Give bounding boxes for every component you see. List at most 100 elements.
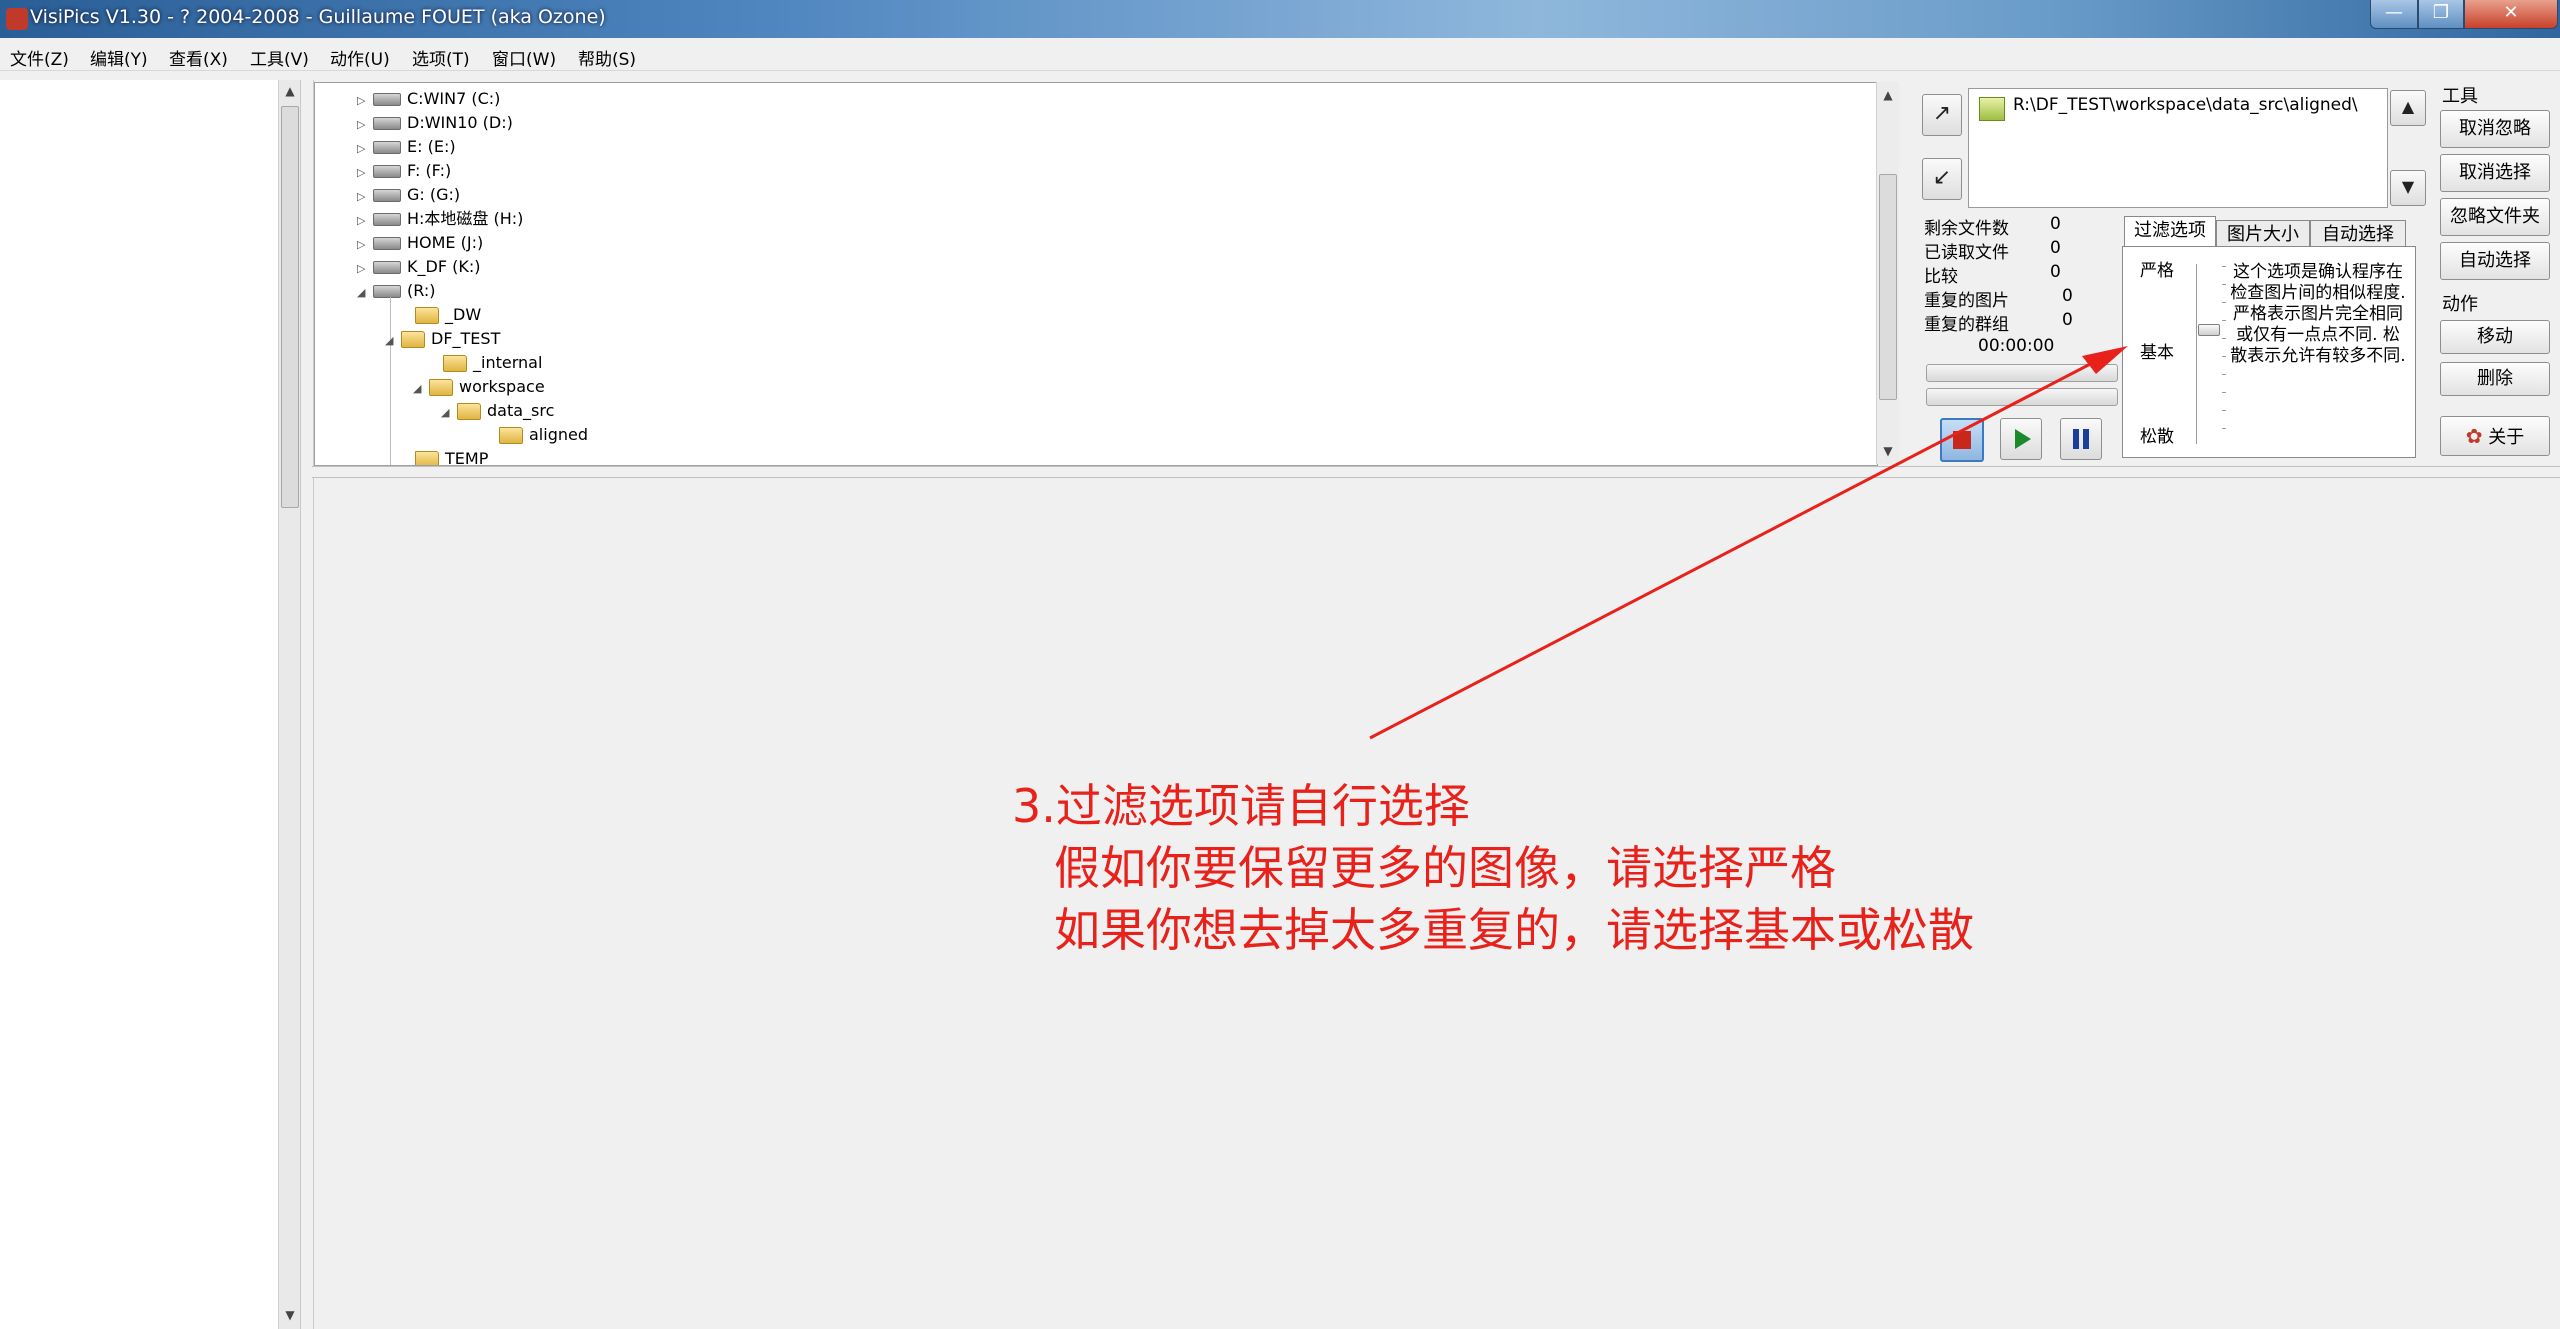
stat-duplicates-value: 0 xyxy=(2062,286,2073,306)
tree-folder-temp[interactable]: TEMP xyxy=(399,447,488,465)
folder-open-icon xyxy=(429,379,453,396)
tree-drive-d[interactable]: ▷ D:WIN10 (D:) xyxy=(357,111,513,135)
stop-button[interactable] xyxy=(1940,418,1984,462)
progress-bar xyxy=(1926,364,2118,382)
move-up-icon[interactable]: ▲ xyxy=(2390,90,2426,126)
tree-folder-dw[interactable]: _DW xyxy=(399,303,481,327)
tree-folder-aligned[interactable]: aligned xyxy=(483,423,588,447)
unselect-button[interactable]: 取消选择 xyxy=(2440,154,2550,192)
folder-tree[interactable]: ▷ C:WIN7 (C:) ▷ D:WIN10 (D:) ▷ E: (E:) ▷ F: … xyxy=(314,82,1878,466)
play-button[interactable] xyxy=(2000,418,2042,460)
title-bar: VisiPics V1.30 - ? 2004-2008 - Guillaume… xyxy=(0,0,2560,38)
tree-scroll-thumb[interactable] xyxy=(1879,174,1897,400)
stop-icon xyxy=(1953,431,1971,449)
drive-icon xyxy=(373,117,401,130)
folder-path: R:\DF_TEST\workspace\data_src\aligned\ xyxy=(2013,95,2358,115)
tree-folder-data-src[interactable]: ◢ data_src xyxy=(441,399,554,423)
menu-window[interactable]: 窗口(W) xyxy=(492,45,556,70)
tree-drive-e[interactable]: ▷ E: (E:) xyxy=(357,135,456,159)
scroll-down-arrow-icon[interactable]: ▼ xyxy=(1877,444,1899,458)
unignore-button[interactable]: 取消忽略 xyxy=(2440,110,2550,148)
slider-tick xyxy=(2222,428,2226,429)
tree-folder-df-test[interactable]: ◢ DF_TEST xyxy=(385,327,500,351)
slider-tick xyxy=(2222,320,2226,321)
tree-drive-f[interactable]: ▷ F: (F:) xyxy=(357,159,451,183)
horizontal-splitter[interactable] xyxy=(312,466,2560,478)
tab-image-size[interactable]: 图片大小 xyxy=(2216,220,2310,249)
tree-scrollbar[interactable]: ▲ ▼ xyxy=(1876,82,1899,464)
menu-file[interactable]: 文件(Z) xyxy=(10,45,69,70)
tree-drive-k[interactable]: ▷ K_DF (K:) xyxy=(357,255,480,279)
tree-folder-internal[interactable]: _internal xyxy=(427,351,542,375)
app-icon xyxy=(6,8,28,30)
slider-tick xyxy=(2222,356,2226,357)
drive-icon xyxy=(373,93,401,106)
slider-tick xyxy=(2222,410,2226,411)
play-icon xyxy=(2015,429,2031,449)
folder-icon xyxy=(415,307,439,324)
pause-button[interactable] xyxy=(2060,418,2102,460)
level-basic-label: 基本 xyxy=(2140,343,2174,363)
scroll-up-arrow-icon[interactable]: ▲ xyxy=(1877,88,1899,102)
folder-icon xyxy=(443,355,467,372)
move-down-icon[interactable]: ▼ xyxy=(2390,170,2426,206)
minimize-button[interactable]: — xyxy=(2370,0,2418,29)
delete-button[interactable]: 删除 xyxy=(2440,362,2550,396)
drive-icon xyxy=(373,141,401,154)
maximize-button[interactable]: ❐ xyxy=(2418,0,2464,29)
left-scrollbar[interactable]: ▲ ▼ xyxy=(278,80,301,1329)
remove-folder-arrow-icon[interactable]: ↙ xyxy=(1922,158,1962,200)
filter-slider-track[interactable] xyxy=(2196,264,2221,444)
network-drive-icon xyxy=(373,237,401,250)
tree-drive-c[interactable]: ▷ C:WIN7 (C:) xyxy=(357,87,500,111)
drive-icon xyxy=(373,285,401,298)
drive-icon xyxy=(373,189,401,202)
about-button[interactable]: ✿ 关于 xyxy=(2440,416,2550,456)
menu-help[interactable]: 帮助(S) xyxy=(578,45,636,70)
menu-action[interactable]: 动作(U) xyxy=(330,45,390,70)
scroll-up-arrow-icon[interactable]: ▲ xyxy=(279,84,301,98)
auto-select-button[interactable]: 自动选择 xyxy=(2440,242,2550,280)
tree-drive-r[interactable]: ◢ (R:) xyxy=(357,279,436,303)
tree-folder-workspace[interactable]: ◢ workspace xyxy=(413,375,545,399)
image-list-pane[interactable] xyxy=(0,80,278,1329)
stat-duplicates-label: 重复的图片 xyxy=(1924,291,2009,311)
about-label: 关于 xyxy=(2488,427,2525,448)
annotation-line-1: 3.过滤选项请自行选择 xyxy=(1012,779,1470,833)
menu-tools[interactable]: 工具(V) xyxy=(250,45,309,70)
folder-open-icon xyxy=(401,331,425,348)
tree-drive-h[interactable]: ▷ H:本地磁盘 (H:) xyxy=(357,207,523,231)
slider-tick xyxy=(2222,338,2226,339)
menu-edit[interactable]: 编辑(Y) xyxy=(90,45,148,70)
menu-options[interactable]: 选项(T) xyxy=(412,45,470,70)
menu-view[interactable]: 查看(X) xyxy=(169,45,228,70)
move-button[interactable]: 移动 xyxy=(2440,320,2550,354)
scroll-down-arrow-icon[interactable]: ▼ xyxy=(279,1308,301,1322)
folder-icon xyxy=(499,427,523,444)
add-folder-arrow-icon[interactable]: ↗ xyxy=(1922,94,1962,136)
fox-logo-icon: ✿ xyxy=(2465,424,2483,448)
stat-remaining-value: 0 xyxy=(2050,214,2061,234)
actions-group-label: 动作 xyxy=(2442,294,2478,315)
annotation-line-3: 如果你想去掉太多重复的，请选择基本或松散 xyxy=(1054,903,1974,957)
folder-path-list[interactable]: R:\DF_TEST\workspace\data_src\aligned\ xyxy=(1968,88,2388,208)
pause-icon-bar xyxy=(2083,429,2089,449)
slider-tick xyxy=(2222,284,2226,285)
folder-tree-icon xyxy=(1979,97,2005,121)
level-strict-label: 严格 xyxy=(2140,261,2174,281)
tree-connector xyxy=(390,297,391,465)
close-button[interactable]: ✕ xyxy=(2464,0,2558,29)
folder-icon xyxy=(415,451,439,465)
filter-slider-thumb[interactable] xyxy=(2198,324,2220,336)
left-scroll-thumb[interactable] xyxy=(281,106,299,508)
tab-auto-select[interactable]: 自动选择 xyxy=(2310,220,2406,249)
tab-filter-options[interactable]: 过滤选项 xyxy=(2124,216,2216,249)
tools-group-label: 工具 xyxy=(2442,86,2478,107)
tree-drive-j[interactable]: ▷ HOME (J:) xyxy=(357,231,483,255)
stat-read-value: 0 xyxy=(2050,238,2061,258)
vertical-splitter[interactable] xyxy=(300,80,314,1329)
progress-bar-secondary xyxy=(1926,388,2118,406)
tree-drive-g[interactable]: ▷ G: (G:) xyxy=(357,183,460,207)
stat-groups-label: 重复的群组 xyxy=(1924,315,2009,335)
ignore-folder-button[interactable]: 忽略文件夹 xyxy=(2440,198,2550,236)
